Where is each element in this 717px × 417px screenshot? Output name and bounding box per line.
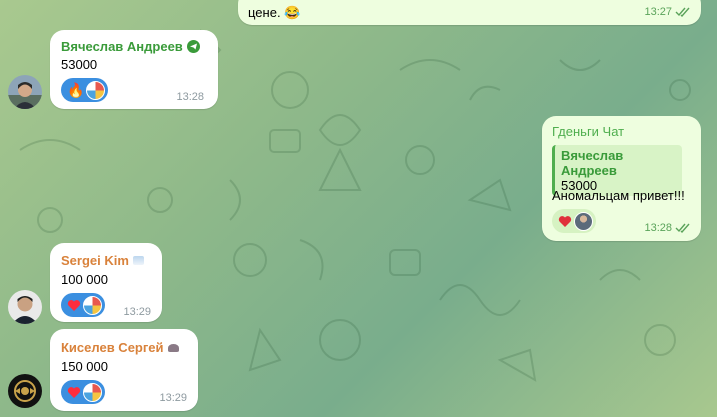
reply-sender-name: Вячеслав Андреев bbox=[561, 148, 624, 178]
double-check-icon bbox=[675, 223, 690, 233]
message-incoming[interactable]: Вячеслав Андреев 53000 🔥 13:28 bbox=[50, 30, 218, 109]
reactor-avatar bbox=[86, 80, 106, 100]
reaction-button[interactable]: 🔥 bbox=[61, 78, 109, 102]
sender-name[interactable]: Вячеслав Андреев bbox=[61, 39, 200, 54]
message-incoming[interactable]: Sergei Kim 100 000 13:29 bbox=[50, 243, 162, 322]
sender-name[interactable]: Sergei Kim bbox=[61, 253, 144, 268]
reactor-avatar bbox=[574, 211, 593, 231]
bird-badge-icon bbox=[167, 343, 179, 352]
reactor-avatar bbox=[83, 295, 102, 315]
avatar[interactable] bbox=[8, 75, 42, 109]
heart-icon bbox=[67, 299, 81, 311]
reactor-avatar bbox=[83, 382, 102, 402]
message-outgoing[interactable]: Гденьги Чат Вячеслав Андреев 53000 Анома… bbox=[542, 116, 701, 241]
sender-name[interactable]: Киселев Сергей bbox=[61, 340, 179, 355]
avatar[interactable] bbox=[8, 374, 42, 408]
heart-icon bbox=[558, 215, 572, 227]
message-time: 13:28 bbox=[644, 222, 691, 234]
message-outgoing[interactable]: цене. 😂 13:27 bbox=[238, 0, 701, 25]
cloud-badge-icon bbox=[132, 256, 144, 265]
reaction-button[interactable] bbox=[61, 380, 105, 404]
message-text: Аномальцам привет!!! bbox=[552, 188, 685, 203]
telegram-badge-icon bbox=[186, 40, 200, 53]
message-time: 13:29 bbox=[123, 306, 151, 318]
fire-icon: 🔥 bbox=[67, 82, 85, 98]
message-text: 150 000 bbox=[61, 359, 108, 374]
message-time: 13:27 bbox=[644, 6, 691, 18]
reaction-button[interactable] bbox=[61, 293, 105, 317]
message-text: 53000 bbox=[61, 57, 98, 72]
double-check-icon bbox=[675, 7, 690, 17]
message-time: 13:29 bbox=[159, 392, 187, 404]
sender-name: Гденьги Чат bbox=[552, 124, 625, 139]
message-text: цене. 😂 bbox=[248, 5, 301, 20]
message-time: 13:28 bbox=[176, 91, 204, 103]
reaction-button[interactable] bbox=[552, 209, 596, 233]
avatar[interactable] bbox=[8, 290, 42, 324]
message-text: 100 000 bbox=[61, 272, 108, 287]
message-incoming[interactable]: Киселев Сергей 150 000 13:29 bbox=[50, 329, 198, 411]
heart-icon bbox=[67, 386, 81, 398]
